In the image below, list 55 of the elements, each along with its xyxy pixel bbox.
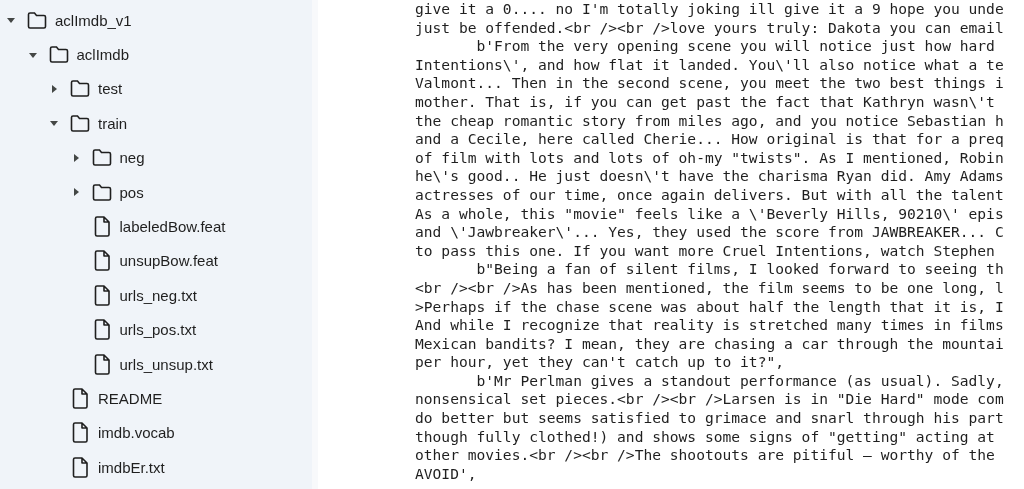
tree-item[interactable]: pos — [119, 183, 144, 201]
file-icon — [92, 284, 111, 306]
tree-item[interactable]: train — [98, 114, 128, 132]
file-icon — [71, 422, 89, 444]
file-icon — [92, 250, 111, 272]
tree-item[interactable]: README — [98, 390, 163, 407]
tree-item[interactable]: urls_neg.txt — [119, 286, 198, 304]
file-icon — [92, 353, 111, 375]
output-line: Valmont... Then in the second scene, you meet the two best things i — [415, 74, 1004, 92]
caret-icon[interactable] — [49, 83, 59, 94]
output-line: AVOID', — [415, 464, 477, 482]
output-line: b"Being a fan of silent films, I looked forward to seeing th — [476, 260, 1004, 278]
folder-icon — [91, 183, 112, 201]
folder-icon — [91, 149, 112, 167]
file-icon — [92, 216, 111, 238]
output-line: though fully clothed!) and shows some signs of "getting" acting at — [415, 427, 995, 445]
tree-item[interactable]: urls_unsup.txt — [119, 355, 213, 373]
tree-item[interactable]: imdb.vocab — [98, 424, 175, 442]
output-line: And while I recognize that reality is stretched many times in films — [415, 316, 1004, 334]
output-line: nonsensical set pieces.<br /><br />Larsen is in "Die Hard" mode com — [415, 390, 1004, 408]
output-line: he\'s good.. He just doesn\'t have the charisma Ryan did. Amy Adams — [415, 167, 1004, 185]
output-line: the cheap romantic story from miles ago, and you notice Sebastian h — [415, 111, 1004, 129]
output-line: b'From the very opening scene you will notice just how hard — [476, 37, 995, 55]
tree-item[interactable]: neg — [119, 149, 145, 167]
output-line: other movies.<br /><br />The shootouts are pitiful – worthy of the — [415, 446, 995, 464]
file-icon — [71, 456, 89, 478]
output-line: and a Cecile, here called Cherie... How original is that for a preq — [415, 130, 1004, 148]
tree-item[interactable]: aclImdb_v1 — [55, 11, 132, 29]
file-icon — [71, 388, 89, 409]
tree-item[interactable]: unsupBow.feat — [119, 252, 218, 270]
folder-icon — [48, 46, 69, 64]
output-line: just be offended.<br /><br />love yours truly: Dakota you can email — [415, 18, 1004, 36]
output-line: to pass this one. If you want more Cruel Intentions, watch Stephen — [415, 241, 995, 259]
output-line: mother. That is, if you can get past the fact that Kathryn wasn\'t — [415, 92, 995, 110]
folder-icon — [27, 11, 47, 29]
output-line: of film with lots and lots of oh-my "twists". As I mentioned, Robin — [415, 148, 1004, 166]
output-line: Intentions\', and how flat it landed. You\'ll also notice what a te — [415, 55, 1004, 73]
output-line: >Perhaps if the chase scene was about half the length that it is, I — [415, 297, 1004, 315]
tree-item[interactable]: imdbEr.txt — [98, 458, 165, 476]
tree-item[interactable]: aclImdb — [76, 46, 130, 64]
output-line: per hour, yet they can't catch up to it?", — [415, 353, 785, 371]
output-line: <br /><br />As has been mentioned, the film seems to be one long, l — [415, 278, 1004, 296]
output-line: actresses of our time, once again delivers. But with all the talent — [415, 185, 1004, 203]
output-line: b'Mr Perlman gives a standout performance (as usual). Sadly, — [476, 371, 1004, 389]
folder-icon — [70, 80, 90, 98]
tree-item[interactable]: labeledBow.feat — [119, 218, 226, 236]
output-line: and \'Jawbreaker\'... Yes, they used the score from JAWBREAKER... C — [415, 223, 1004, 241]
output-line: As a whole, this "movie" feels like a \'Beverly Hills, 90210\' epis — [415, 204, 1004, 222]
file-icon — [92, 319, 111, 341]
tree-item[interactable]: urls_pos.txt — [119, 321, 197, 339]
output-line: do better but seems satisfied to grimace and snarl through his part — [415, 409, 1004, 427]
folder-icon — [70, 114, 90, 132]
tree-item[interactable]: test — [98, 80, 123, 98]
output-line: Mexican bandits? I mean, they are chasing a car through the mountai — [415, 334, 1004, 352]
output-line: give it a 0.... no I'm totally joking ill give it a 9 hope you unde — [415, 0, 1004, 17]
